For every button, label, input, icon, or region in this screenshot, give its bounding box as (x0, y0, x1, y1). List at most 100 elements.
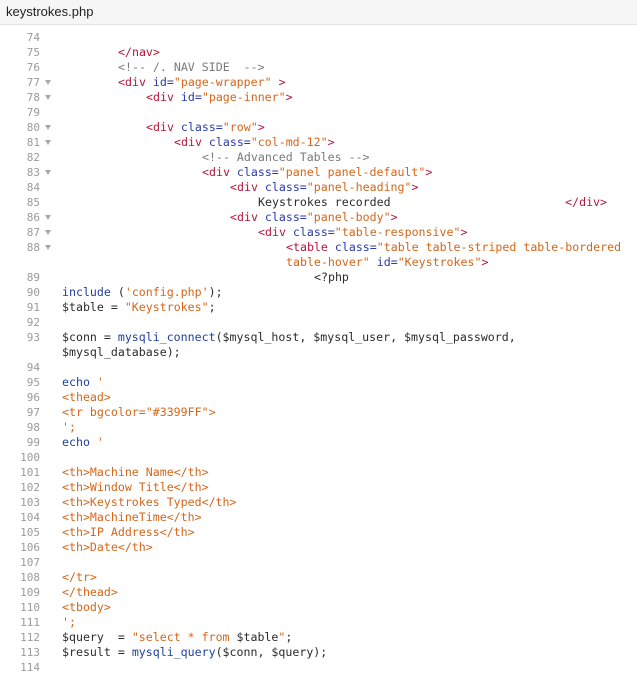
code-text: <th>MachineTime</th> (62, 510, 202, 525)
code-line: 84 <div class="panel-heading"> (0, 180, 637, 195)
code-token: <th>Keystrokes Typed</th> (62, 495, 237, 509)
line-number: 107 (20, 556, 40, 569)
line-number: 81 (26, 136, 40, 149)
line-number: 94 (26, 361, 40, 374)
code-text: <th>Machine Name</th> (62, 465, 209, 480)
code-token: '; (62, 615, 76, 629)
code-token: "row" (222, 120, 258, 134)
fold-arrow-icon[interactable] (45, 80, 51, 85)
code-token: $mysql_database); (62, 345, 181, 359)
line-number: 79 (26, 106, 40, 119)
code-line: 82 <!-- Advanced Tables --> (0, 150, 637, 165)
line-number: 84 (26, 181, 40, 194)
fold-arrow-icon[interactable] (45, 215, 51, 220)
code-text: <th>IP Address</th> (62, 525, 195, 540)
code-line: 109 </thead> (0, 585, 637, 600)
code-text: echo ' (62, 435, 104, 450)
code-token: > (271, 75, 286, 89)
fold-arrow-icon[interactable] (45, 245, 51, 250)
code-line: 88 <table class="table table-striped tabl… (0, 240, 637, 255)
code-line: 98 '; (0, 420, 637, 435)
fold-arrow-icon[interactable] (45, 230, 51, 235)
code-token: mysqli_connect (117, 330, 216, 344)
code-line: 110 <tbody> (0, 600, 637, 615)
code-line: 91 $table = "Keystrokes"; (0, 300, 637, 315)
code-line: 89 <?php (0, 270, 637, 285)
code-token: include (62, 285, 111, 299)
line-number: 91 (26, 301, 40, 314)
code-token: <div (230, 180, 265, 194)
code-line: 105 <th>IP Address</th> (0, 525, 637, 540)
code-token: $table = (62, 300, 125, 314)
line-number: 108 (20, 571, 40, 584)
code-token: > (285, 90, 293, 104)
code-token: class= (264, 210, 307, 224)
line-number: 77 (26, 76, 40, 89)
code-token: </tr> (62, 570, 97, 584)
code-text: $query = "select * from $table"; (62, 630, 292, 645)
fold-arrow-icon[interactable] (45, 140, 51, 145)
code-text: <div class="row"> (146, 120, 265, 135)
code-token: "Keystrokes" (397, 255, 482, 269)
code-text: $conn = mysqli_connect($mysql_host, $mys… (62, 330, 516, 345)
code-token: <table (286, 240, 335, 254)
fold-arrow-icon[interactable] (45, 95, 51, 100)
code-token: <th>Window Title</th> (62, 480, 209, 494)
code-token: </thead> (62, 585, 118, 599)
code-token: "panel-heading" (306, 180, 412, 194)
file-tab-title[interactable]: keystrokes.php (6, 4, 93, 19)
code-token: <div (230, 210, 265, 224)
code-line: 86 <div class="panel-body"> (0, 210, 637, 225)
code-text: $result = mysqli_query($conn, $query); (62, 645, 327, 660)
code-line: 112 $query = "select * from $table"; (0, 630, 637, 645)
code-line: 103 <th>Keystrokes Typed</th> (0, 495, 637, 510)
code-text: <div class="panel panel-default"> (202, 165, 432, 180)
code-token: id= (152, 75, 174, 89)
line-number: 105 (20, 526, 40, 539)
code-text: <div id="page-inner"> (146, 90, 293, 105)
code-token: > (481, 255, 489, 269)
code-line: 76 <!-- /. NAV SIDE --> (0, 60, 637, 75)
code-token: <th>MachineTime</th> (62, 510, 202, 524)
line-number: 93 (26, 331, 40, 344)
fold-arrow-icon[interactable] (45, 170, 51, 175)
code-text: <div class="table-responsive"> (258, 225, 467, 240)
fold-arrow-icon[interactable] (45, 125, 51, 130)
code-text: </thead> (62, 585, 118, 600)
code-line: 92 (0, 315, 637, 330)
code-token: <div (202, 165, 237, 179)
code-line: 81 <div class="col-md-12"> (0, 135, 637, 150)
line-number: 98 (26, 421, 40, 434)
code-token: "table-responsive" (334, 225, 461, 239)
line-number: 114 (20, 661, 40, 674)
code-line: 75 </nav> (0, 45, 637, 60)
code-token: <tr bgcolor="#3399FF"> (62, 405, 216, 419)
code-text: table-hover" id="Keystrokes"> (286, 255, 488, 270)
code-token: Keystrokes recorded (258, 195, 566, 209)
line-number: 78 (26, 91, 40, 104)
code-line: 102 <th>Window Title</th> (0, 480, 637, 495)
code-line: 114 (0, 660, 637, 675)
code-token: ' (89, 435, 104, 449)
code-token: ($conn, $query); (215, 645, 328, 659)
code-token: <th>Machine Name</th> (62, 465, 209, 479)
code-token: "select * from (131, 630, 237, 644)
code-token: <thead> (62, 390, 111, 404)
line-number: 87 (26, 226, 40, 239)
code-token: <tbody> (62, 600, 111, 614)
code-text: Keystrokes recorded </div> (258, 195, 607, 210)
line-number: 83 (26, 166, 40, 179)
code-token: class= (208, 135, 251, 149)
code-text: <!-- Advanced Tables --> (202, 150, 370, 165)
code-text: </nav> (118, 45, 160, 60)
code-text: <tbody> (62, 600, 111, 615)
code-token: ($mysql_host, $mysql_user, $mysql_passwo… (215, 330, 516, 344)
code-line: 111 '; (0, 615, 637, 630)
code-editor[interactable]: 74 75 </nav> 76 <!-- /. NAV SIDE --> 77 <div i… (0, 25, 637, 675)
code-token: "page-wrapper" (173, 75, 272, 89)
code-token: ); (208, 285, 223, 299)
code-text: <th>Window Title</th> (62, 480, 209, 495)
code-line: 77 <div id="page-wrapper" > (0, 75, 637, 90)
code-text: <tr bgcolor="#3399FF"> (62, 405, 216, 420)
code-line: 104 <th>MachineTime</th> (0, 510, 637, 525)
